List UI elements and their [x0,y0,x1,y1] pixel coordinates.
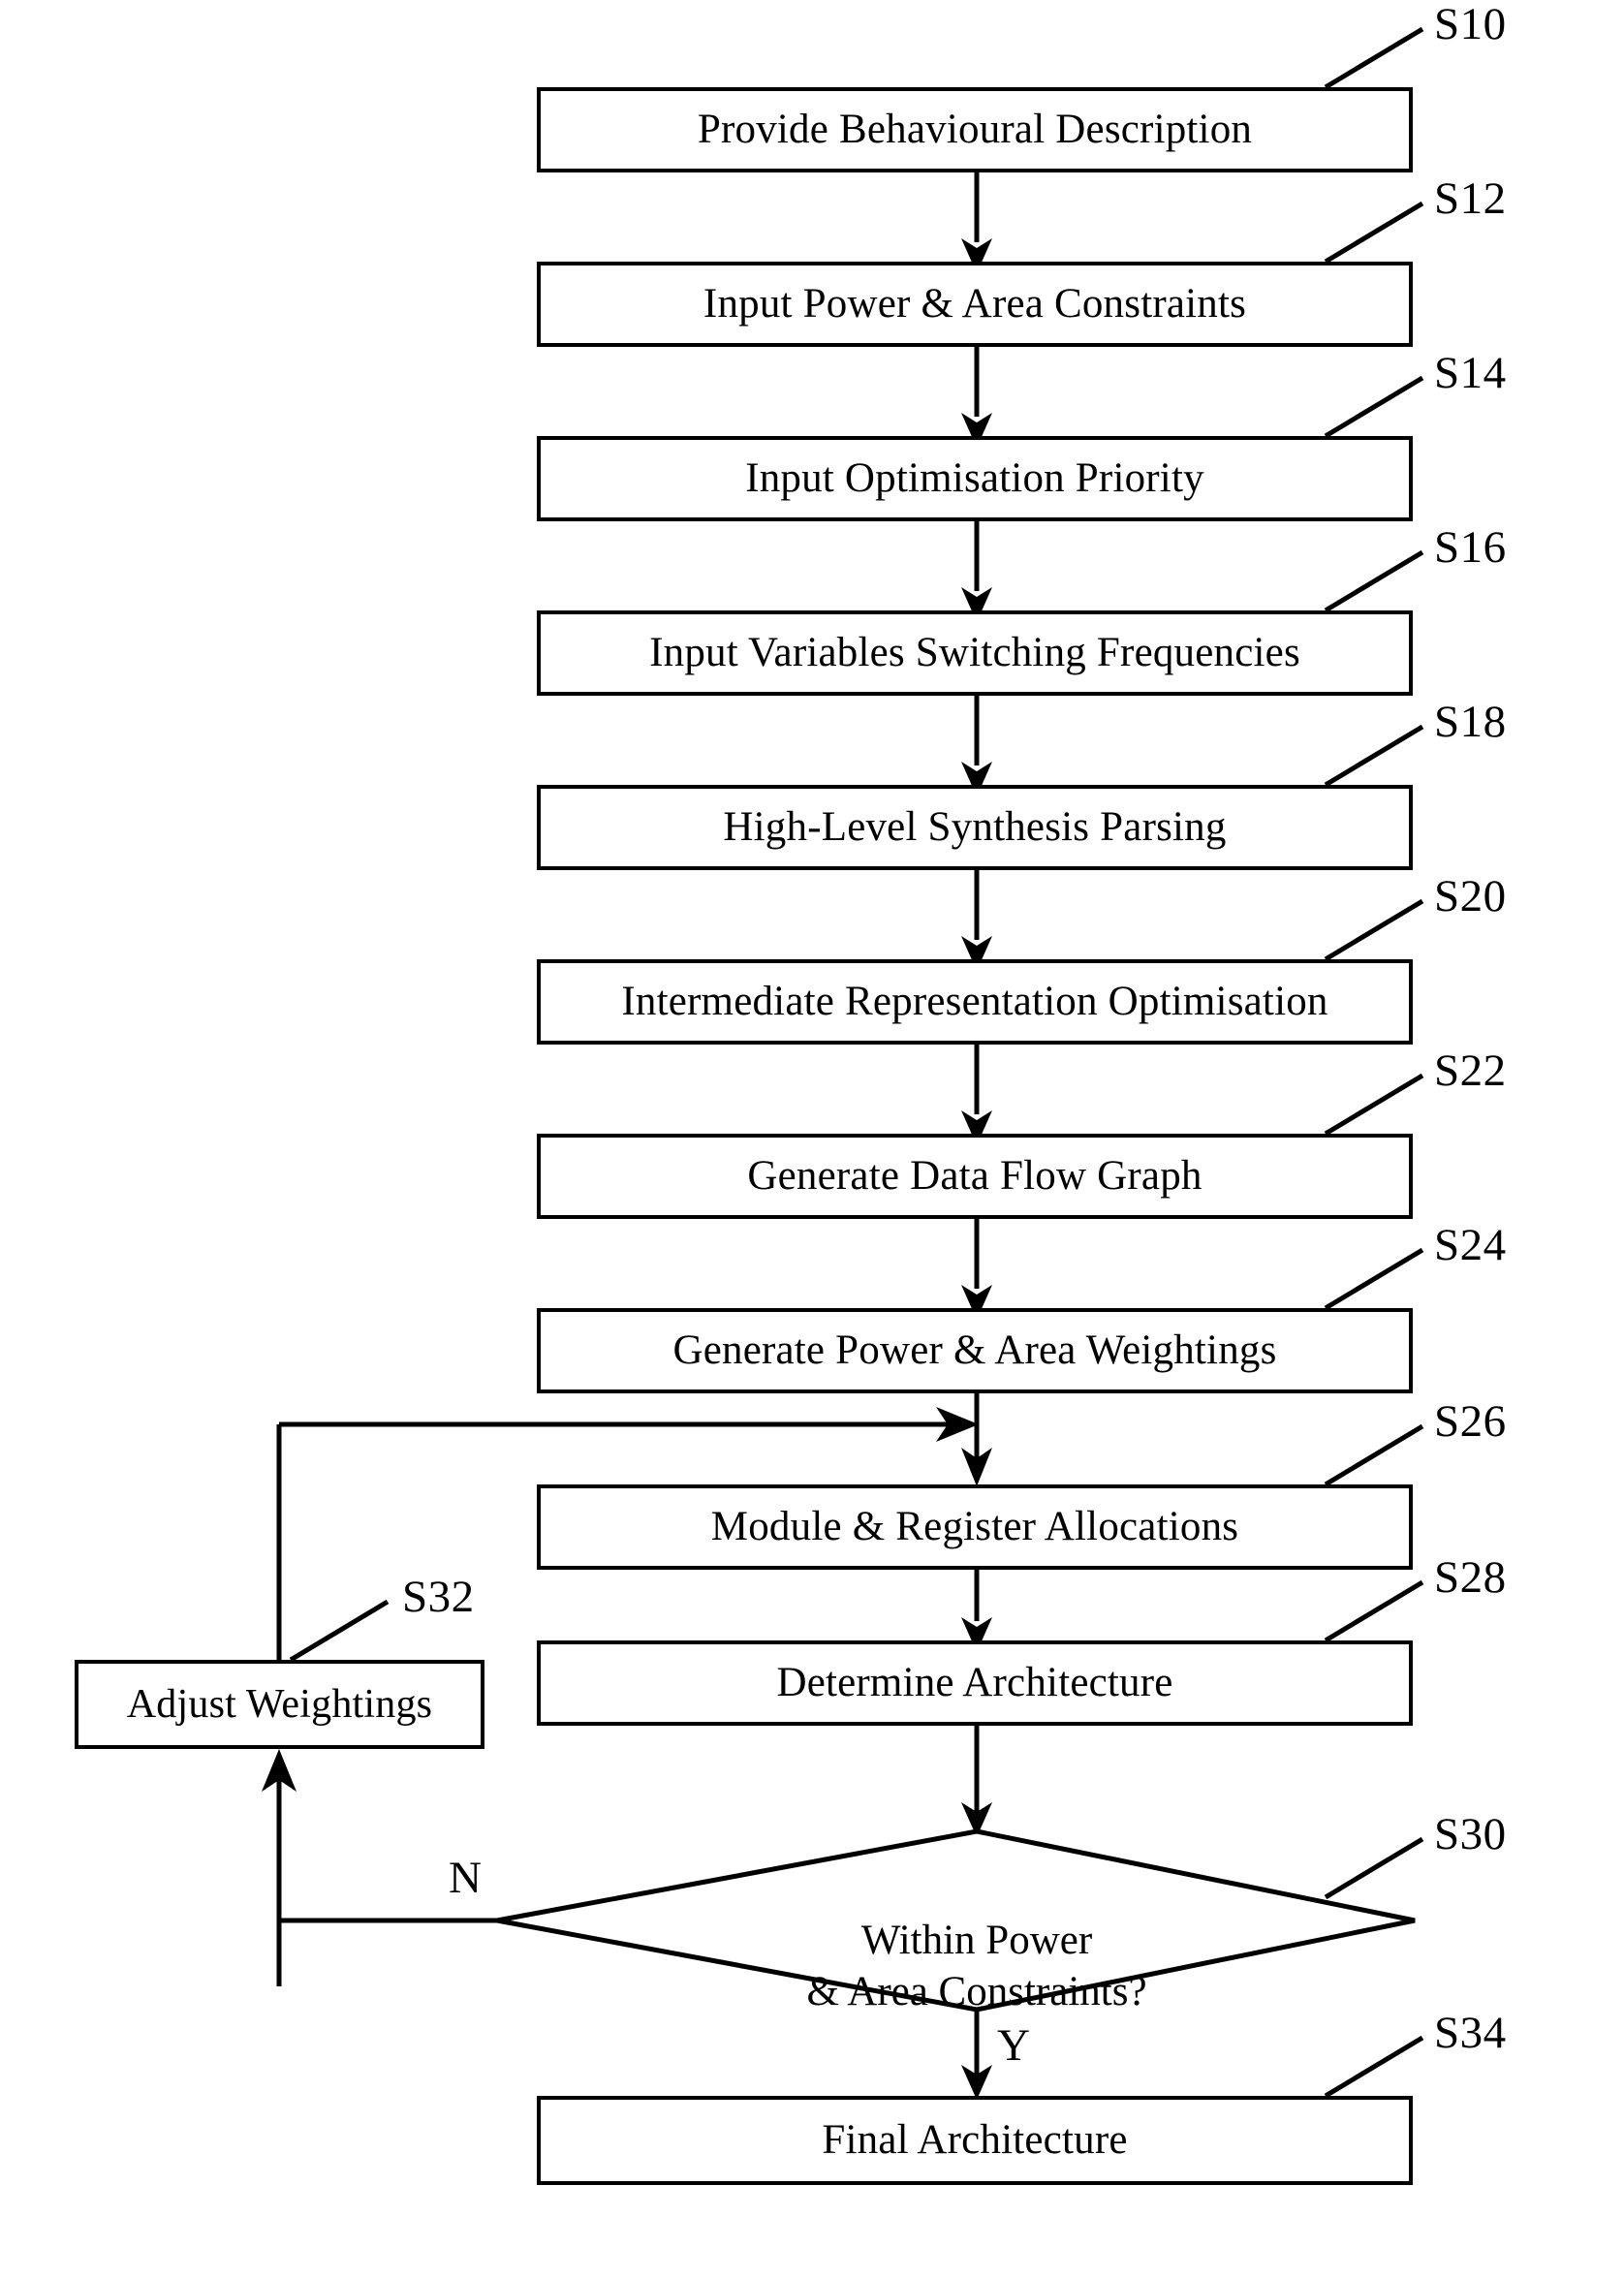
step-label-s10: S10 [1434,2,1507,47]
branch-yes-text: Y [997,2020,1030,2071]
step-label-s18: S18 [1434,700,1507,745]
node-label: Module & Register Allocations [710,1504,1239,1550]
step-label-s28: S28 [1434,1555,1507,1601]
node-within-power-area-constraints[interactable]: Within Power & Area Constraints? [676,1865,1277,2017]
step-label-s14: S14 [1434,351,1507,396]
node-adjust-weightings[interactable]: Adjust Weightings [75,1660,484,1749]
node-final-architecture[interactable]: Final Architecture [537,2096,1413,2185]
leader-s22 [1324,1073,1424,1137]
node-input-power-area-constraints[interactable]: Input Power & Area Constraints [537,262,1413,347]
flowchart-page: Provide Behavioural Description Input Po… [0,0,1624,2279]
no-branch-path [276,1918,497,1986]
branch-label-no: N [449,1856,482,1901]
leader-s30 [1324,1836,1424,1900]
step-label-text: S12 [1434,173,1507,224]
node-determine-architecture[interactable]: Determine Architecture [537,1640,1413,1726]
step-label-text: S22 [1434,1046,1507,1096]
node-label: Input Power & Area Constraints [703,281,1247,328]
step-label-text: S14 [1434,348,1507,398]
node-intermediate-representation-optimisation[interactable]: Intermediate Representation Optimisation [537,959,1413,1045]
step-label-text: S18 [1434,697,1507,747]
node-generate-power-area-weightings[interactable]: Generate Power & Area Weightings [537,1308,1413,1393]
step-label-s34: S34 [1434,2011,1507,2056]
node-input-variables-switching-frequencies[interactable]: Input Variables Switching Frequencies [537,610,1413,696]
step-label-s16: S16 [1434,525,1507,571]
step-label-text: S24 [1434,1220,1507,1270]
node-label: Provide Behavioural Description [697,107,1253,153]
step-label-s20: S20 [1434,874,1507,920]
step-label-s12: S12 [1434,176,1507,222]
node-label: Input Optimisation Priority [745,455,1204,502]
node-provide-behavioural-description[interactable]: Provide Behavioural Description [537,87,1413,172]
node-label: Intermediate Representation Optimisation [621,979,1328,1025]
step-label-s26: S26 [1434,1399,1507,1445]
step-label-text: S30 [1434,1809,1507,1859]
leader-s12 [1324,201,1424,265]
node-module-register-allocations[interactable]: Module & Register Allocations [537,1484,1413,1570]
leader-s34 [1324,2035,1424,2099]
leader-s10 [1324,26,1424,90]
node-generate-data-flow-graph[interactable]: Generate Data Flow Graph [537,1134,1413,1219]
node-label: High-Level Synthesis Parsing [723,804,1227,851]
leader-s28 [1324,1579,1424,1643]
step-label-s24: S24 [1434,1223,1507,1268]
node-input-optimisation-priority[interactable]: Input Optimisation Priority [537,436,1413,521]
leader-s14 [1324,375,1424,439]
step-label-text: S20 [1434,871,1507,921]
step-label-text: S16 [1434,522,1507,573]
step-label-s30: S30 [1434,1812,1507,1858]
branch-label-yes: Y [997,2023,1030,2069]
node-label: Determine Architecture [776,1660,1173,1706]
leader-s32 [289,1599,390,1663]
step-label-text: S26 [1434,1396,1507,1447]
branch-no-text: N [449,1853,482,1903]
step-label-text: S34 [1434,2008,1507,2058]
step-label-text: S10 [1434,0,1507,49]
leader-s16 [1324,549,1424,613]
leader-s20 [1324,898,1424,962]
step-label-text: S32 [402,1572,475,1622]
leader-s18 [1324,724,1424,788]
node-label: Input Variables Switching Frequencies [649,630,1300,676]
leader-s26 [1324,1423,1424,1487]
step-label-s32: S32 [402,1575,475,1620]
step-label-text: S28 [1434,1552,1507,1603]
node-label: Generate Power & Area Weightings [672,1327,1277,1374]
decision-label: Within Power & Area Constraints? [806,1918,1147,2014]
node-label: Generate Data Flow Graph [747,1153,1202,1200]
node-label: Adjust Weightings [126,1681,433,1727]
node-high-level-synthesis-parsing[interactable]: High-Level Synthesis Parsing [537,785,1413,870]
node-label: Final Architecture [822,2117,1128,2164]
step-label-s22: S22 [1434,1048,1507,1094]
leader-s24 [1324,1247,1424,1311]
